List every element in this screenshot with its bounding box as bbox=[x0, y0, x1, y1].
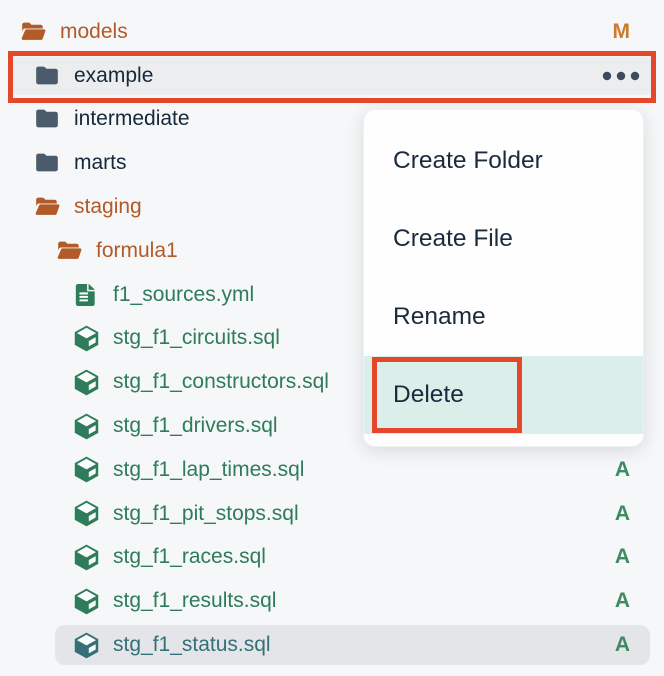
added-badge: A bbox=[615, 633, 630, 657]
tree-item-label: marts bbox=[74, 151, 127, 175]
tree-item-label: models bbox=[60, 20, 128, 44]
tree-item-label: stg_f1_races.sql bbox=[113, 545, 266, 569]
tree-item-label: intermediate bbox=[74, 107, 190, 131]
model-cube-icon bbox=[71, 368, 101, 397]
tree-item-label: f1_sources.yml bbox=[113, 283, 254, 307]
tree-item-label: stg_f1_circuits.sql bbox=[113, 326, 280, 350]
folder-open-icon bbox=[54, 238, 84, 264]
tree-item-models[interactable]: models M bbox=[0, 10, 664, 54]
menu-item-delete[interactable]: Delete bbox=[364, 356, 643, 434]
folder-closed-icon bbox=[32, 63, 62, 89]
model-cube-icon bbox=[71, 455, 101, 484]
tree-item-label: formula1 bbox=[96, 239, 178, 263]
more-actions-icon[interactable] bbox=[602, 71, 640, 81]
tree-item-label: stg_f1_pit_stops.sql bbox=[113, 502, 299, 526]
menu-item-rename[interactable]: Rename bbox=[364, 278, 643, 356]
model-cube-icon bbox=[71, 412, 101, 441]
tree-item-stg-f1-lap-times[interactable]: stg_f1_lap_times.sql A bbox=[0, 448, 664, 492]
model-cube-icon bbox=[71, 324, 101, 353]
tree-item-label: staging bbox=[74, 195, 142, 219]
tree-item-label: stg_f1_status.sql bbox=[113, 633, 271, 657]
tree-item-label: stg_f1_drivers.sql bbox=[113, 414, 278, 438]
added-badge: A bbox=[615, 458, 630, 482]
added-badge: A bbox=[615, 589, 630, 613]
tree-item-label: example bbox=[74, 64, 153, 88]
menu-item-create-file[interactable]: Create File bbox=[364, 200, 643, 278]
tree-item-label: stg_f1_lap_times.sql bbox=[113, 458, 304, 482]
folder-closed-icon bbox=[32, 150, 62, 176]
added-badge: A bbox=[615, 502, 630, 526]
tree-item-stg-f1-status[interactable]: stg_f1_status.sql A bbox=[0, 623, 664, 667]
model-cube-icon bbox=[71, 587, 101, 616]
tree-item-stg-f1-races[interactable]: stg_f1_races.sql A bbox=[0, 536, 664, 580]
tree-item-stg-f1-results[interactable]: stg_f1_results.sql A bbox=[0, 579, 664, 623]
modified-badge: M bbox=[613, 20, 631, 44]
model-cube-icon bbox=[71, 543, 101, 572]
folder-open-icon bbox=[18, 19, 48, 45]
tree-item-label: stg_f1_constructors.sql bbox=[113, 370, 329, 394]
menu-item-create-folder[interactable]: Create Folder bbox=[364, 122, 643, 200]
model-cube-icon bbox=[71, 631, 101, 660]
yml-file-icon bbox=[71, 281, 101, 309]
folder-open-icon bbox=[32, 194, 62, 220]
model-cube-icon bbox=[71, 499, 101, 528]
context-menu: Create Folder Create File Rename Delete bbox=[363, 109, 644, 447]
tree-item-stg-f1-pit-stops[interactable]: stg_f1_pit_stops.sql A bbox=[0, 492, 664, 536]
tree-item-example[interactable]: example bbox=[0, 54, 664, 98]
folder-closed-icon bbox=[32, 106, 62, 132]
added-badge: A bbox=[615, 545, 630, 569]
tree-item-label: stg_f1_results.sql bbox=[113, 589, 276, 613]
